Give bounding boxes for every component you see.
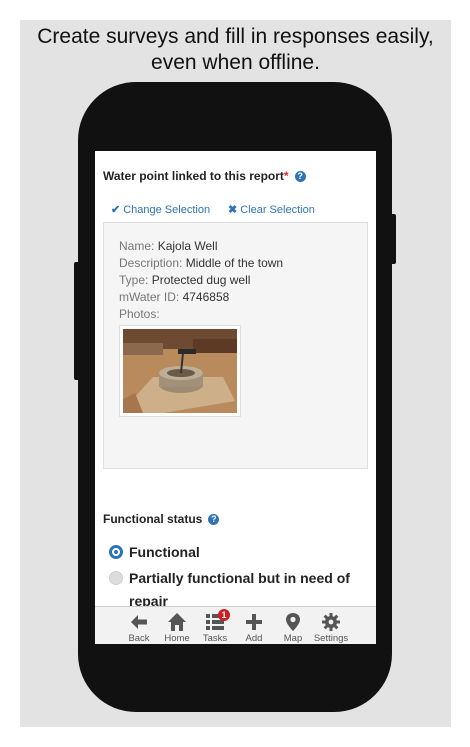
detail-description: Description: Middle of the town: [119, 256, 283, 270]
radio-option-label-line-1: Partially functional but in need of: [129, 570, 350, 586]
gear-icon: [322, 613, 340, 631]
promo-headline: Create surveys and fill in responses eas…: [20, 24, 451, 76]
arrow-left-icon: [131, 615, 147, 629]
detail-photos-key: Photos:: [119, 307, 160, 321]
change-selection-label: Change Selection: [123, 204, 211, 216]
detail-mwater-id: mWater ID: 4746858: [119, 290, 229, 304]
detail-mwater-id-key: mWater ID:: [119, 290, 180, 304]
detail-name-key: Name:: [119, 239, 155, 253]
required-marker: *: [283, 169, 289, 183]
x-icon: ✖: [228, 204, 238, 216]
tab-settings-label: Settings: [313, 633, 349, 644]
water-point-question-label: Water point linked to this report: [103, 169, 284, 183]
promo-headline-line-2: even when offline.: [151, 51, 320, 74]
detail-name: Name: Kajola Well: [119, 239, 218, 253]
detail-photos: Photos:: [119, 307, 160, 321]
change-selection-button[interactable]: ✔ Change Selection: [111, 203, 210, 216]
detail-type-key: Type:: [119, 273, 149, 287]
water-point-question: Water point linked to this report*?: [103, 169, 306, 183]
map-pin-icon: [286, 613, 300, 631]
clear-selection-button[interactable]: ✖ Clear Selection: [228, 203, 315, 216]
clear-selection-label: Clear Selection: [240, 204, 315, 216]
detail-mwater-id-value: 4746858: [182, 290, 230, 304]
detail-description-value: Middle of the town: [185, 256, 284, 270]
tasks-badge: 1: [218, 609, 230, 621]
functional-status-label: Functional status: [103, 512, 203, 526]
help-icon[interactable]: ?: [208, 514, 220, 525]
radio-option-label: Functional: [129, 544, 200, 560]
water-point-details-card: Name: Kajola Well Description: Middle of…: [103, 222, 368, 469]
app-screen: Water point linked to this report*? ✔ Cha…: [95, 151, 376, 644]
detail-description-key: Description:: [119, 256, 183, 270]
functional-status-question: Functional status?: [103, 512, 220, 526]
home-icon: [168, 613, 186, 631]
help-icon[interactable]: ?: [294, 171, 306, 182]
detail-name-value: Kajola Well: [157, 239, 218, 253]
radio-unselected-icon[interactable]: [109, 571, 123, 585]
plus-icon: [246, 614, 262, 630]
tab-settings[interactable]: Settings: [308, 607, 354, 644]
well-photo: [123, 329, 237, 413]
detail-type: Type: Protected dug well: [119, 273, 250, 287]
detail-type-value: Protected dug well: [151, 273, 251, 287]
water-point-photo-thumbnail[interactable]: [119, 325, 241, 417]
bottom-tab-bar: Back Home 1 Tasks Add Map Settings: [95, 606, 376, 644]
checkmark-icon: ✔: [111, 204, 121, 216]
radio-selected-icon[interactable]: [109, 545, 123, 559]
promo-headline-line-1: Create surveys and fill in responses eas…: [37, 25, 434, 48]
